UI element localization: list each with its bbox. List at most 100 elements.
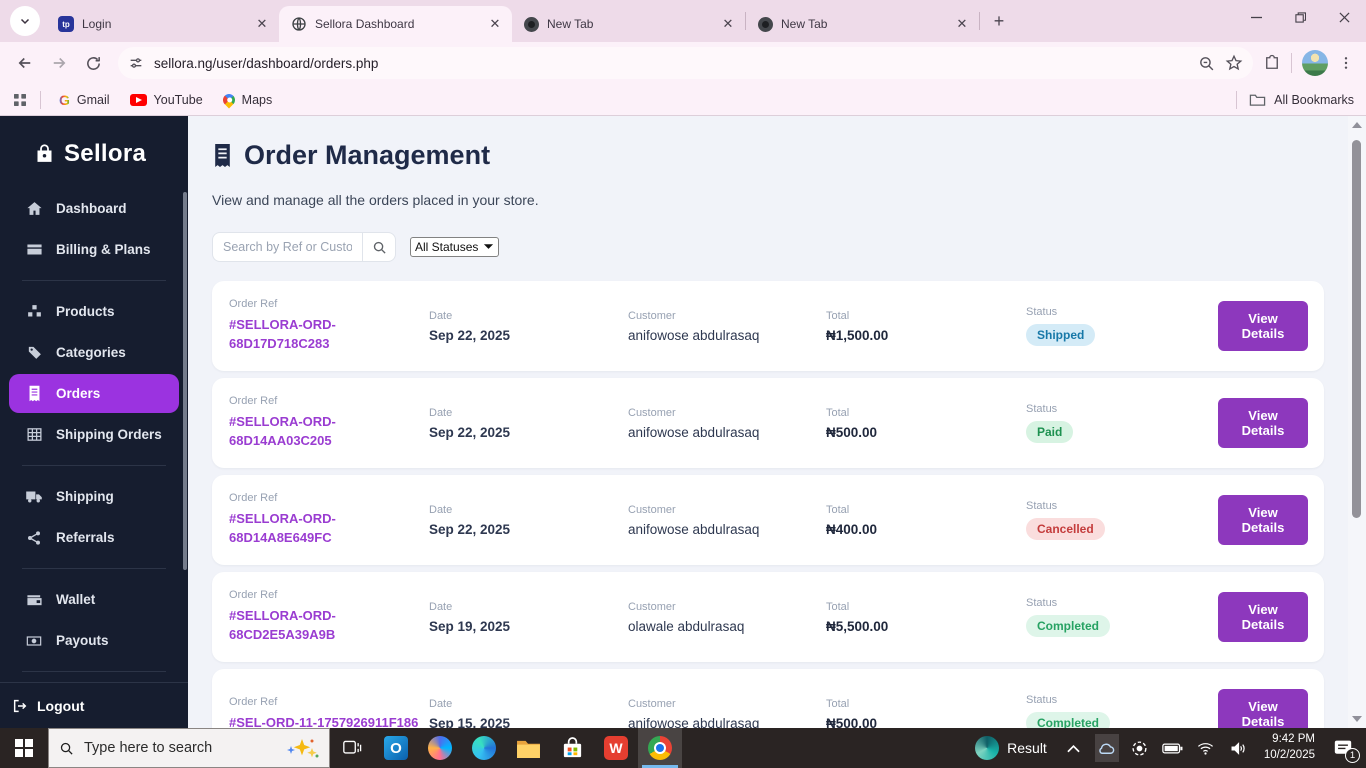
view-details-button[interactable]: View Details [1218, 689, 1308, 728]
sidebar-item-label: Billing & Plans [56, 242, 151, 257]
bookmark-star-icon[interactable] [1225, 54, 1243, 72]
view-details-button[interactable]: View Details [1218, 301, 1308, 351]
search-button[interactable] [362, 232, 396, 262]
all-bookmarks[interactable]: All Bookmarks [1232, 90, 1354, 109]
battery-tray-icon[interactable] [1161, 734, 1185, 762]
sidebar-item-wallet[interactable]: Wallet [0, 579, 188, 620]
speaker-icon [1231, 741, 1246, 755]
windows-taskbar: Type here to search O W Result 9:42 PM 1… [0, 728, 1366, 768]
bookmark-youtube[interactable]: YouTube [124, 90, 209, 110]
news-widget[interactable]: Result [969, 736, 1053, 760]
apps-grid-icon[interactable] [12, 92, 28, 108]
new-tab-button[interactable]: + [986, 8, 1012, 34]
taskbar-app-file-explorer[interactable] [506, 728, 550, 768]
tab-login[interactable]: tp Login ✕ [46, 6, 279, 42]
back-button[interactable] [10, 48, 40, 78]
page-scrollbar[interactable] [1348, 116, 1366, 728]
taskbar-app-chrome[interactable] [638, 728, 682, 768]
menu-dots-icon[interactable] [1338, 55, 1354, 71]
tab-close-icon[interactable]: ✕ [953, 15, 971, 33]
sidebar-item-products[interactable]: Products [0, 291, 188, 332]
view-details-button[interactable]: View Details [1218, 398, 1308, 448]
scrollbar-thumb[interactable] [1352, 140, 1361, 518]
task-view-icon [343, 740, 362, 754]
scroll-up-arrow[interactable] [1348, 118, 1366, 132]
customer-value: olawale abdulrasaq [628, 618, 745, 634]
sidebar-item-referrals[interactable]: Referrals [0, 517, 188, 558]
order-total-cell: Total ₦5,500.00 [826, 601, 1026, 634]
tab-new-tab-2[interactable]: New Tab ✕ [746, 6, 979, 42]
sidebar-item-shipping[interactable]: Shipping [0, 476, 188, 517]
clock-date: 10/2/2025 [1263, 749, 1315, 761]
forward-button[interactable] [44, 48, 74, 78]
sidebar-item-label: Orders [56, 386, 101, 401]
order-status-cell: Status Cancelled [1026, 500, 1218, 540]
start-button[interactable] [0, 728, 48, 768]
tab-search-chevron[interactable] [10, 6, 40, 36]
tab-sellora-dashboard[interactable]: Sellora Dashboard ✕ [279, 6, 512, 42]
view-details-button[interactable]: View Details [1218, 592, 1308, 642]
brand-name: Sellora [64, 140, 147, 167]
profile-avatar[interactable] [1302, 50, 1328, 76]
bookmark-maps[interactable]: Maps [217, 90, 279, 110]
wifi-tray-icon[interactable] [1194, 734, 1218, 762]
onedrive-tray-icon[interactable] [1094, 734, 1119, 762]
minimize-button[interactable] [1234, 0, 1278, 34]
sidebar-item-dashboard[interactable]: Dashboard [0, 188, 188, 229]
order-customer-cell: Customer anifowose abdulrasaq [628, 698, 826, 729]
close-window-button[interactable] [1322, 0, 1366, 34]
tab-new-tab-1[interactable]: New Tab ✕ [512, 6, 745, 42]
order-ref-cell: Order Ref #SELLORA-ORD- 68D17D718C283 [229, 298, 429, 354]
search-input[interactable] [212, 232, 362, 262]
task-view-button[interactable] [330, 728, 374, 768]
order-ref-link[interactable]: #SELLORA-ORD- 68D14A8E649FC [229, 511, 336, 545]
sidebar-item-payouts[interactable]: Payouts [0, 620, 188, 661]
view-details-button[interactable]: View Details [1218, 495, 1308, 545]
order-card: Order Ref #SELLORA-ORD- 68D17D718C283 Da… [212, 281, 1324, 371]
sidebar-item-orders[interactable]: Orders [9, 374, 179, 413]
zoom-icon[interactable] [1198, 55, 1215, 72]
status-filter-value: All Statuses [415, 240, 479, 254]
customer-value: anifowose abdulrasaq [628, 424, 760, 440]
order-customer-cell: Customer olawale abdulrasaq [628, 601, 826, 634]
notification-center-button[interactable]: 1 [1328, 734, 1360, 763]
chrome-favicon [524, 16, 539, 32]
sidebar-scrollbar[interactable] [183, 192, 187, 570]
cast-tray-icon[interactable] [1128, 734, 1152, 762]
sidebar-item-billing[interactable]: Billing & Plans [0, 229, 188, 270]
taskbar-search[interactable]: Type here to search [48, 728, 330, 768]
url-bar[interactable]: sellora.ng/user/dashboard/orders.php [118, 47, 1253, 79]
tab-close-icon[interactable]: ✕ [719, 15, 737, 33]
tab-close-icon[interactable]: ✕ [253, 15, 271, 33]
microsoft-store-icon [563, 736, 581, 757]
logout-button[interactable]: Logout [0, 682, 188, 728]
taskbar-app-store[interactable] [550, 728, 594, 768]
customer-label: Customer [628, 503, 676, 516]
taskbar-app-edge[interactable] [462, 728, 506, 768]
scroll-down-arrow[interactable] [1348, 712, 1366, 726]
taskbar-clock[interactable]: 9:42 PM 10/2/2025 [1260, 732, 1319, 763]
taskbar-app-wps[interactable]: W [594, 728, 638, 768]
tray-expand-button[interactable] [1062, 734, 1086, 762]
order-ref-link[interactable]: #SELLORA-ORD- 68D14AA03C205 [229, 414, 336, 448]
extensions-icon[interactable] [1263, 54, 1281, 72]
shopping-bag-icon [37, 144, 52, 162]
bookmark-gmail[interactable]: G Gmail [53, 89, 116, 111]
receipt-icon [215, 144, 230, 167]
taskbar-app-outlook[interactable]: O [374, 728, 418, 768]
filter-controls: All Statuses [212, 232, 1324, 262]
sidebar-item-shipping-orders[interactable]: Shipping Orders [0, 414, 188, 455]
sidebar-item-categories[interactable]: Categories [0, 332, 188, 373]
taskbar-app-copilot[interactable] [418, 728, 462, 768]
order-ref-link[interactable]: #SELLORA-ORD- 68D17D718C283 [229, 317, 336, 351]
volume-tray-icon[interactable] [1227, 734, 1251, 762]
orders-list: Order Ref #SELLORA-ORD- 68D17D718C283 Da… [212, 281, 1324, 728]
order-ref-link[interactable]: #SEL-ORD-11-1757926911F186 [229, 715, 418, 728]
order-ref-label: Order Ref [229, 298, 278, 311]
status-filter-select[interactable]: All Statuses [410, 237, 500, 257]
tab-close-icon[interactable]: ✕ [486, 15, 504, 33]
reload-button[interactable] [78, 48, 108, 78]
restore-button[interactable] [1278, 0, 1322, 34]
order-ref-link[interactable]: #SELLORA-ORD- 68CD2E5A39A9B [229, 608, 336, 642]
copilot-sparkle-icon [287, 739, 319, 758]
